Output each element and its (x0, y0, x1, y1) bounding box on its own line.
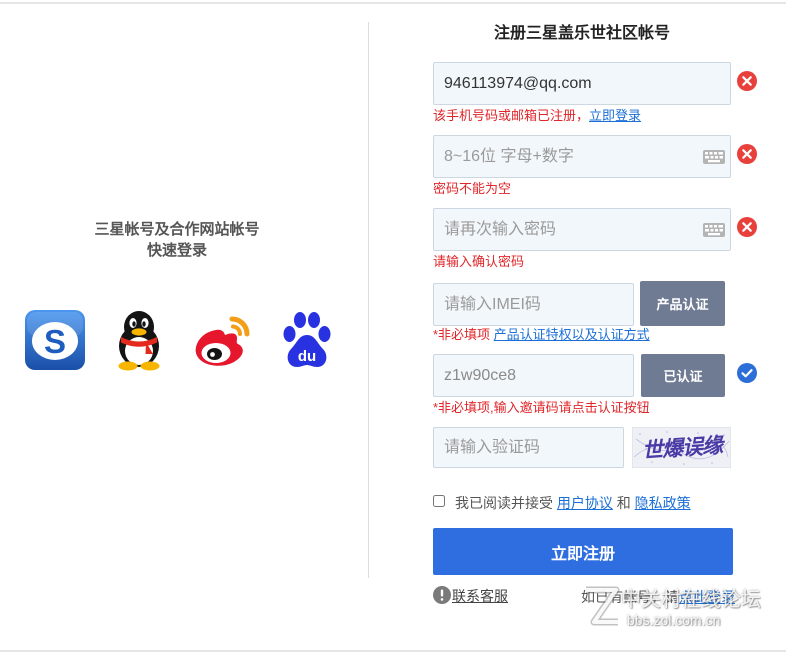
account-error: 该手机号码或邮箱已注册，立即登录 (433, 108, 641, 124)
weibo-icon (195, 316, 250, 366)
verify-privileges-link[interactable]: 产品认证特权以及认证方式 (494, 327, 650, 342)
baidu-login-button[interactable]: du (281, 311, 333, 369)
agreement-and: 和 (616, 495, 631, 511)
register-title: 注册三星盖乐世社区帐号 (493, 25, 670, 42)
watermark-line2: bbs.zol.com.cn (627, 612, 721, 628)
agreement-label: 我已阅读并接受 (455, 495, 553, 511)
keyboard-icon[interactable] (703, 150, 725, 164)
info-circle-icon (433, 586, 451, 604)
privacy-policy-link[interactable]: 隐私政策 (635, 495, 691, 511)
keyboard-icon[interactable] (703, 223, 725, 237)
error-x-icon (737, 144, 757, 164)
samsung-login-button[interactable]: S (25, 310, 85, 370)
baidu-letters: du (298, 348, 316, 365)
weibo-login-button[interactable] (192, 313, 254, 369)
baidu-paw-icon: du (283, 312, 331, 367)
password-input[interactable] (433, 135, 731, 178)
zol-watermark-logo-icon (586, 586, 620, 626)
imei-input[interactable] (433, 283, 634, 326)
qq-penguin-icon (118, 311, 160, 371)
user-agreement-link[interactable]: 用户协议 (557, 495, 613, 511)
check-circle-icon (737, 363, 757, 383)
register-submit-button[interactable]: 立即注册 (433, 528, 733, 575)
agreement-text: 我已阅读并接受 用户协议 和 隐私政策 (455, 494, 691, 512)
verified-button[interactable]: 已认证 (641, 354, 725, 397)
confirm-password-input[interactable] (433, 208, 731, 251)
captcha-image[interactable]: 世爆误缘 (632, 427, 731, 468)
password-error: 密码不能为空 (433, 181, 512, 196)
error-x-icon (737, 217, 757, 237)
account-error-text: 该手机号码或邮箱已注册， (433, 108, 590, 123)
invite-code-input[interactable] (433, 354, 634, 397)
watermark-line1: 中关村在线论坛 (621, 589, 761, 611)
invite-note: *非必填项,输入邀请码请点击认证按钮 (433, 400, 650, 415)
confirm-password-error: 请输入确认密码 (433, 254, 525, 269)
panel-divider (368, 22, 369, 578)
imei-note: *非必填项 产品认证特权以及认证方式 (433, 327, 650, 343)
quick-login-heading-line1: 三星帐号及合作网站帐号 (94, 221, 260, 238)
agreement-checkbox[interactable] (433, 495, 445, 507)
bottom-border (0, 650, 786, 652)
captcha-input[interactable] (433, 427, 624, 468)
top-border (0, 2, 786, 4)
quick-login-heading: 三星帐号及合作网站帐号 快速登录 (0, 219, 354, 261)
quick-login-heading-line2: 快速登录 (146, 242, 207, 259)
samsung-s-icon: S (25, 310, 85, 370)
contact-support-link[interactable]: 联系客服 (452, 587, 508, 605)
product-verify-button[interactable]: 产品认证 (640, 281, 725, 326)
account-input[interactable] (433, 62, 731, 105)
imei-note-text: *非必填项 (433, 327, 494, 342)
error-x-icon (737, 71, 757, 91)
login-now-link[interactable]: 立即登录 (589, 108, 641, 123)
qq-login-button[interactable] (112, 309, 166, 371)
samsung-letter: S (44, 323, 66, 360)
